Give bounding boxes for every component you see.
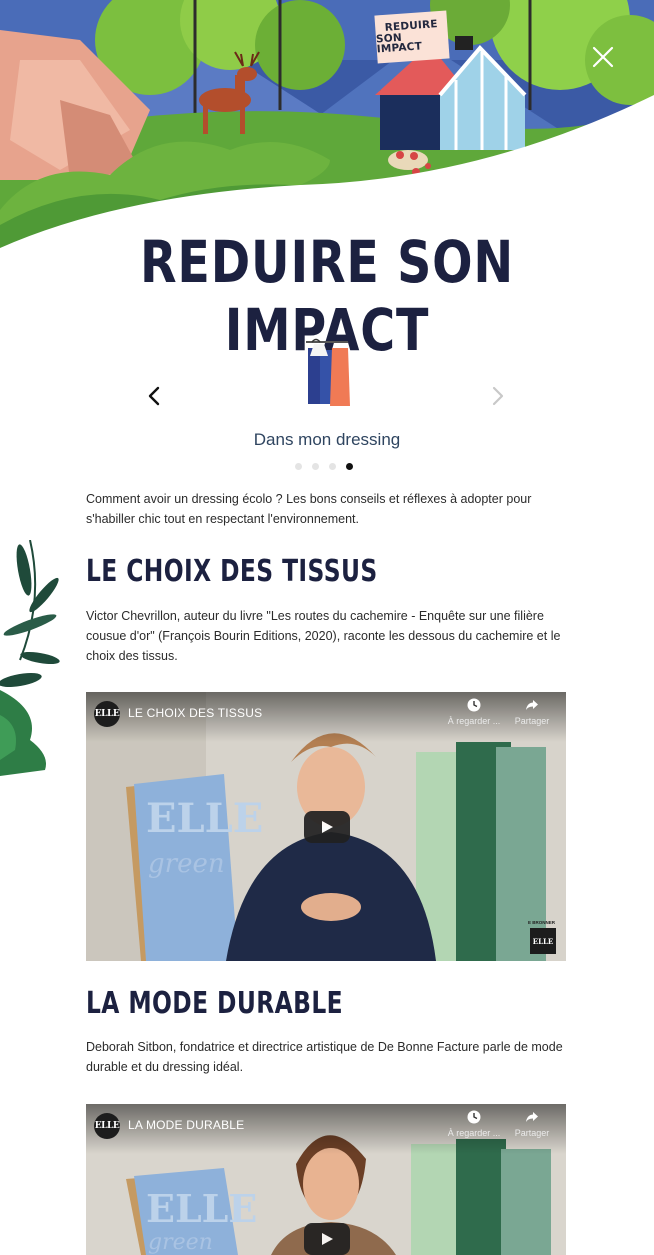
channel-logo[interactable]: ELLE [94,1113,120,1139]
section-title: LE CHOIX DES TISSUS [86,554,378,589]
video-player[interactable]: ELLE green ELLE LA MODE DURABLE À regard… [86,1104,566,1255]
close-icon [592,46,614,68]
share-button[interactable]: Partager [502,1110,562,1138]
chevron-left-icon [148,386,160,406]
leaf-decoration [0,540,60,776]
video-player[interactable]: ELLE green ELLE LE CHOIX DES TISSUS À re… [86,692,566,961]
share-icon [526,1112,538,1122]
section-text: Deborah Sitbon, fondatrice et directrice… [86,1040,563,1074]
carousel-dot[interactable] [329,463,336,470]
share-label: Partager [514,716,550,726]
watch-later-button[interactable]: À regarder ... [444,698,504,726]
clock-icon [467,698,481,712]
video-brand-badge: ELLE [530,928,556,954]
svg-text:green: green [148,1230,213,1255]
svg-text:ELLE: ELLE [146,795,263,842]
svg-text:green: green [148,849,225,879]
section-text: Victor Chevrillon, auteur du livre "Les … [86,609,561,663]
chevron-right-icon [492,386,504,406]
share-button[interactable]: Partager [502,698,562,726]
play-icon [322,821,333,833]
carousel-label: Dans mon dressing [253,430,401,449]
section-title: LA MODE DURABLE [86,986,344,1021]
carousel-prev-button[interactable] [140,380,168,412]
video-title[interactable]: LA MODE DURABLE [128,1118,244,1132]
clothes-rack-icon [306,338,350,406]
watch-later-label: À regarder ... [447,716,501,726]
carousel-next-button[interactable] [484,380,512,412]
hero-illustration: REDUIRE SON IMPACT [0,0,654,260]
video-brand-small: E BRONNER [527,920,555,925]
clock-icon [467,1110,481,1124]
intro-text: Comment avoir un dressing écolo ? Les bo… [86,492,532,526]
carousel-dots [295,463,353,470]
carousel-dot[interactable] [295,463,302,470]
share-label: Partager [514,1128,550,1138]
watch-later-label: À regarder ... [447,1128,501,1138]
play-icon [322,1233,333,1245]
video-title[interactable]: LE CHOIX DES TISSUS [128,706,262,720]
share-icon [526,700,538,710]
play-button[interactable] [304,811,350,843]
watch-later-button[interactable]: À regarder ... [444,1110,504,1138]
landscape-illustration [0,0,654,260]
carousel-dot[interactable] [312,463,319,470]
carousel-dot-active[interactable] [346,463,353,470]
hero-sign-line2: SON IMPACT [375,31,423,56]
hero-sign: REDUIRE SON IMPACT [374,10,450,64]
play-button[interactable] [304,1223,350,1255]
close-button[interactable] [588,42,618,72]
channel-logo[interactable]: ELLE [94,701,120,727]
svg-text:ELLE: ELLE [146,1186,257,1231]
